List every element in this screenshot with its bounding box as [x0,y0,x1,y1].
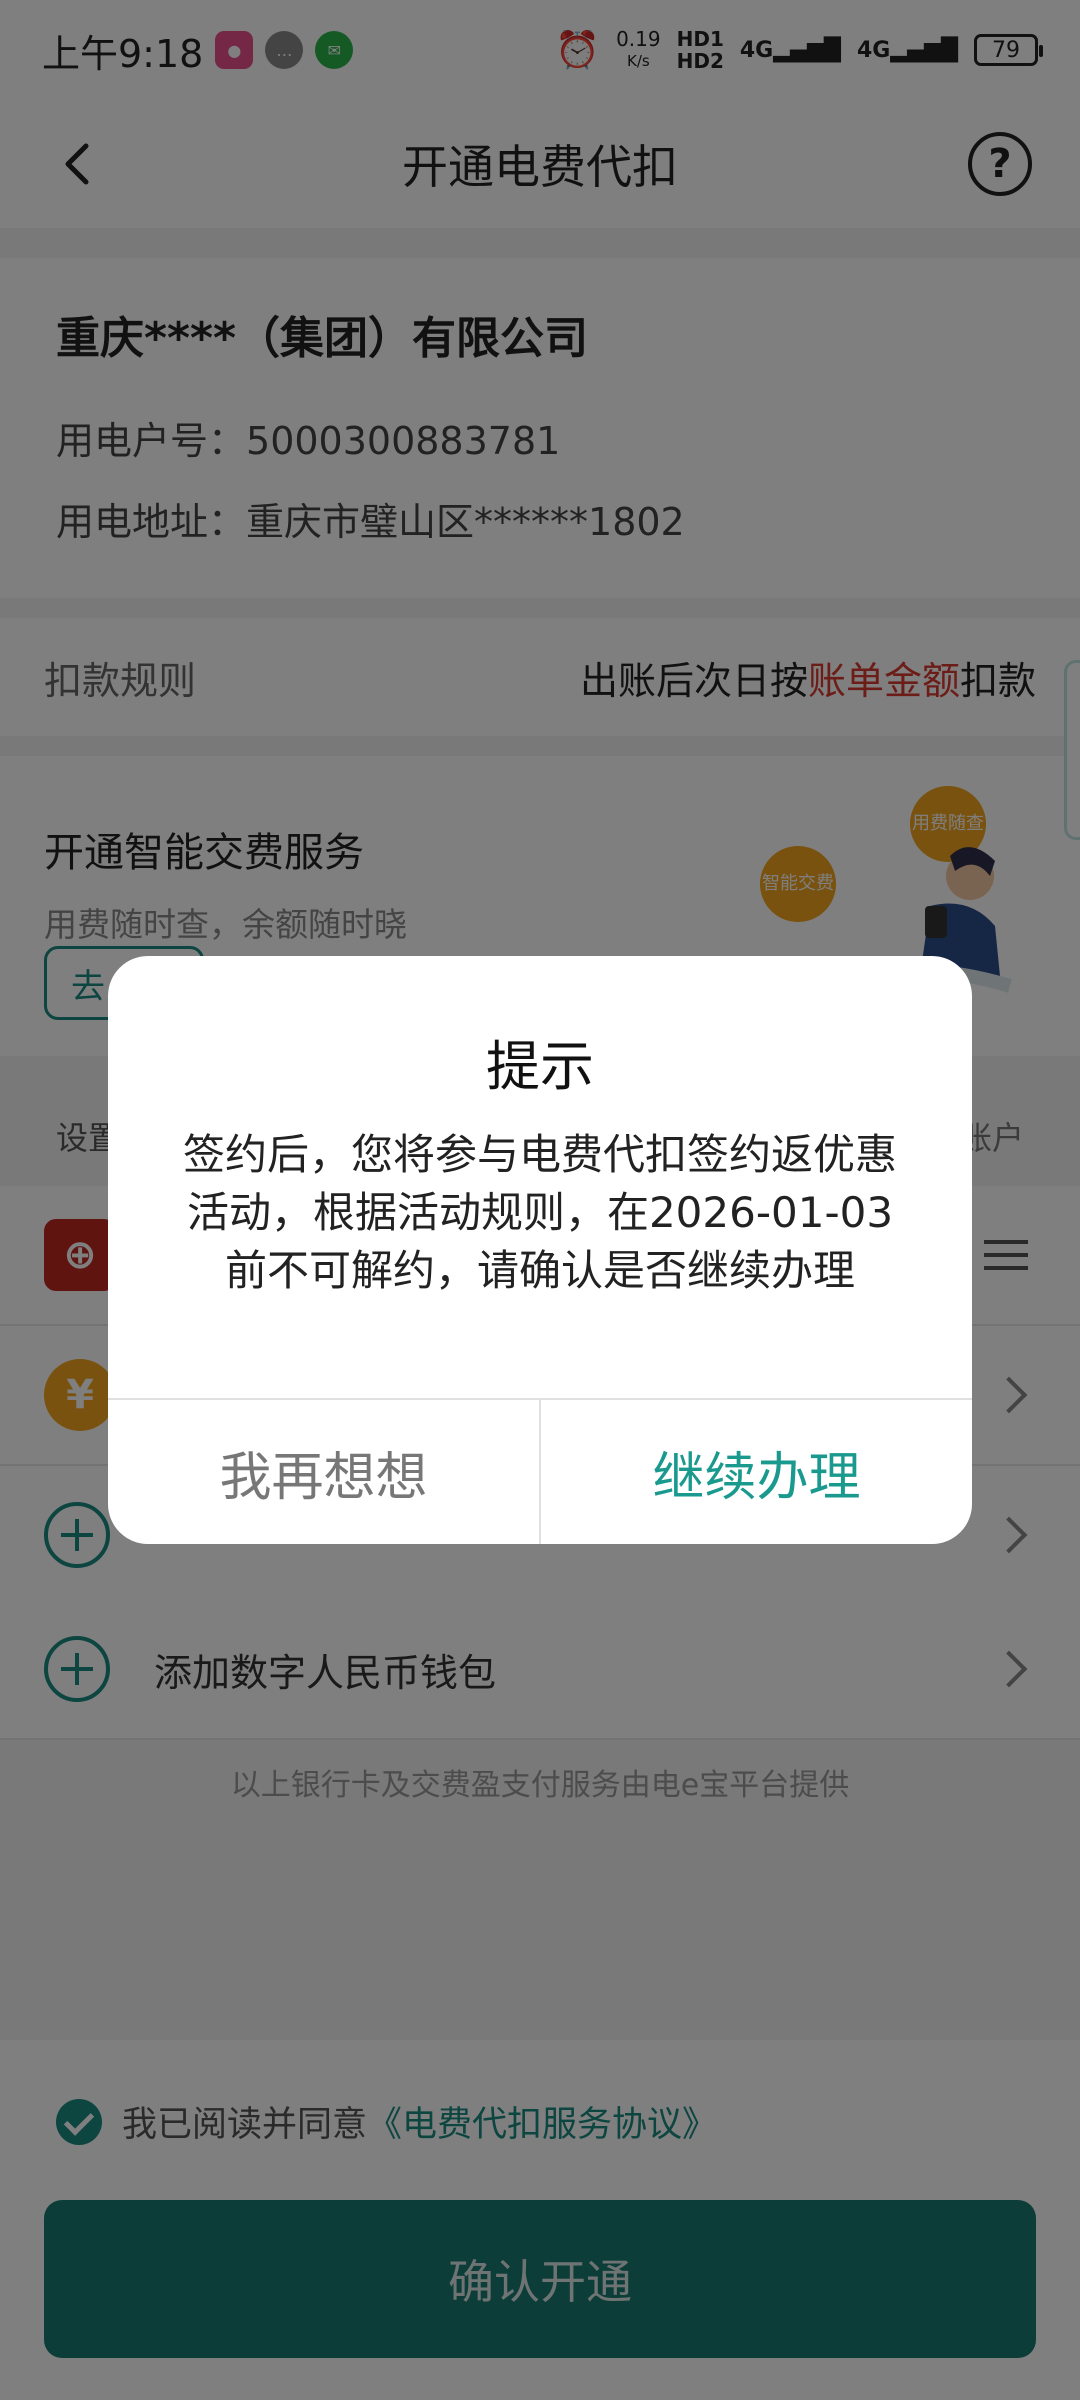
dialog-title: 提示 [486,1035,594,1098]
confirm-dialog: 提示 签约后，您将参与电费代扣签约返优惠活动，根据活动规则，在2026-01-0… [108,956,972,1544]
reconsider-button[interactable]: 我再想想 [108,1400,541,1544]
dialog-actions: 我再想想 继续办理 [108,1398,972,1544]
continue-button[interactable]: 继续办理 [541,1400,972,1544]
dialog-message: 签约后，您将参与电费代扣签约返优惠活动，根据活动规则，在2026-01-03前不… [182,1130,897,1295]
